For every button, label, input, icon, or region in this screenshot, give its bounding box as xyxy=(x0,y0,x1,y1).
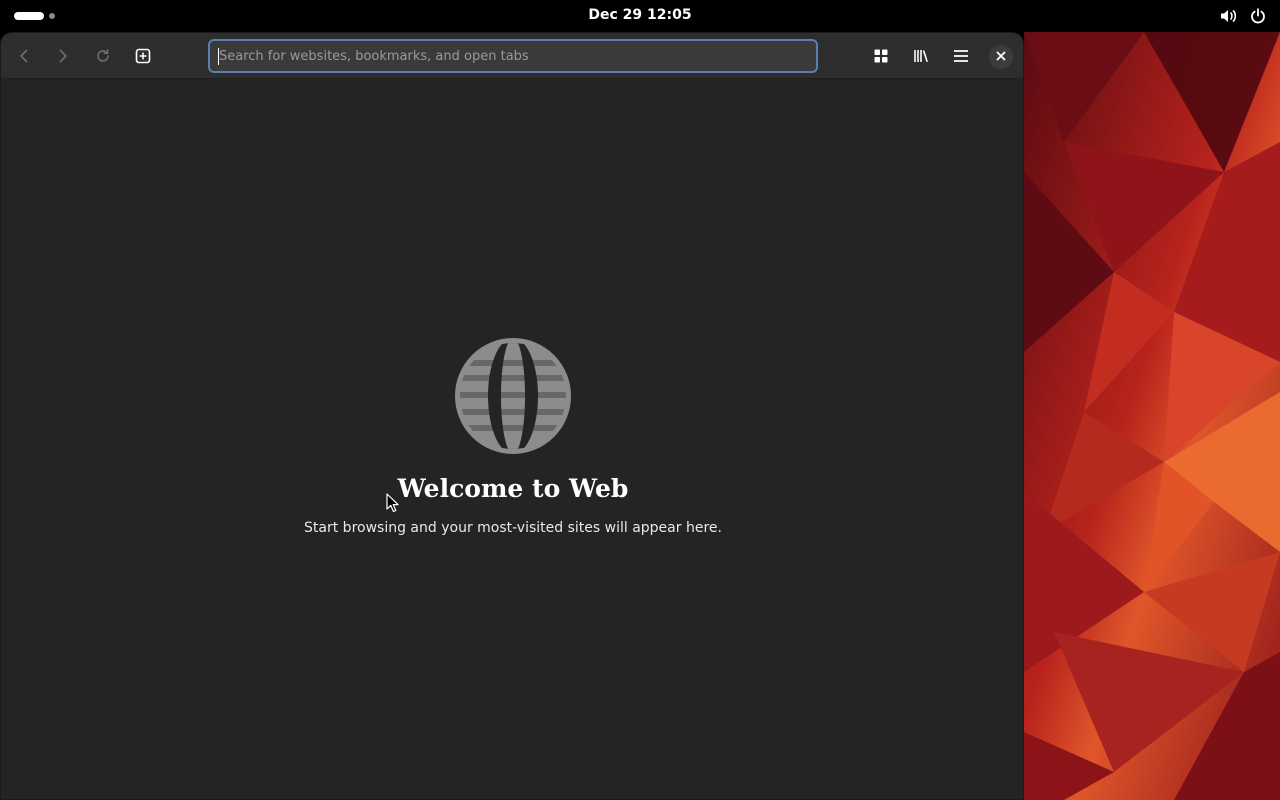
volume-icon[interactable] xyxy=(1220,8,1238,24)
search-input[interactable] xyxy=(219,48,807,64)
chevron-left-icon xyxy=(16,48,32,64)
reload-icon xyxy=(95,48,111,64)
empty-state: Welcome to Web Start browsing and your m… xyxy=(1,79,1023,799)
clock[interactable]: Dec 29 12:05 xyxy=(0,7,1280,23)
welcome-subtitle: Start browsing and your most-visited sit… xyxy=(304,520,722,536)
back-button[interactable] xyxy=(8,40,40,72)
forward-button[interactable] xyxy=(47,40,79,72)
close-icon xyxy=(996,48,1006,66)
new-tab-button[interactable] xyxy=(127,40,159,72)
library-button[interactable] xyxy=(905,40,937,72)
new-tab-icon xyxy=(135,48,151,64)
system-menu[interactable] xyxy=(1220,8,1266,24)
tab-overview-button[interactable] xyxy=(865,40,897,72)
desktop-wallpaper xyxy=(1024,32,1280,800)
close-window-button[interactable] xyxy=(989,45,1013,69)
mouse-pointer-icon xyxy=(386,493,400,513)
hamburger-menu-icon xyxy=(953,48,969,64)
power-icon[interactable] xyxy=(1250,8,1266,24)
header-bar xyxy=(1,33,1023,79)
library-icon xyxy=(913,48,929,64)
reload-button[interactable] xyxy=(87,40,119,72)
chevron-right-icon xyxy=(55,48,71,64)
main-menu-button[interactable] xyxy=(945,40,977,72)
browser-window: Welcome to Web Start browsing and your m… xyxy=(0,32,1024,800)
welcome-title: Welcome to Web xyxy=(397,474,629,503)
url-bar[interactable] xyxy=(208,39,818,73)
globe-icon xyxy=(452,335,574,457)
tab-overview-icon xyxy=(873,48,889,64)
top-bar: Dec 29 12:05 xyxy=(0,0,1280,32)
text-caret xyxy=(218,48,219,65)
